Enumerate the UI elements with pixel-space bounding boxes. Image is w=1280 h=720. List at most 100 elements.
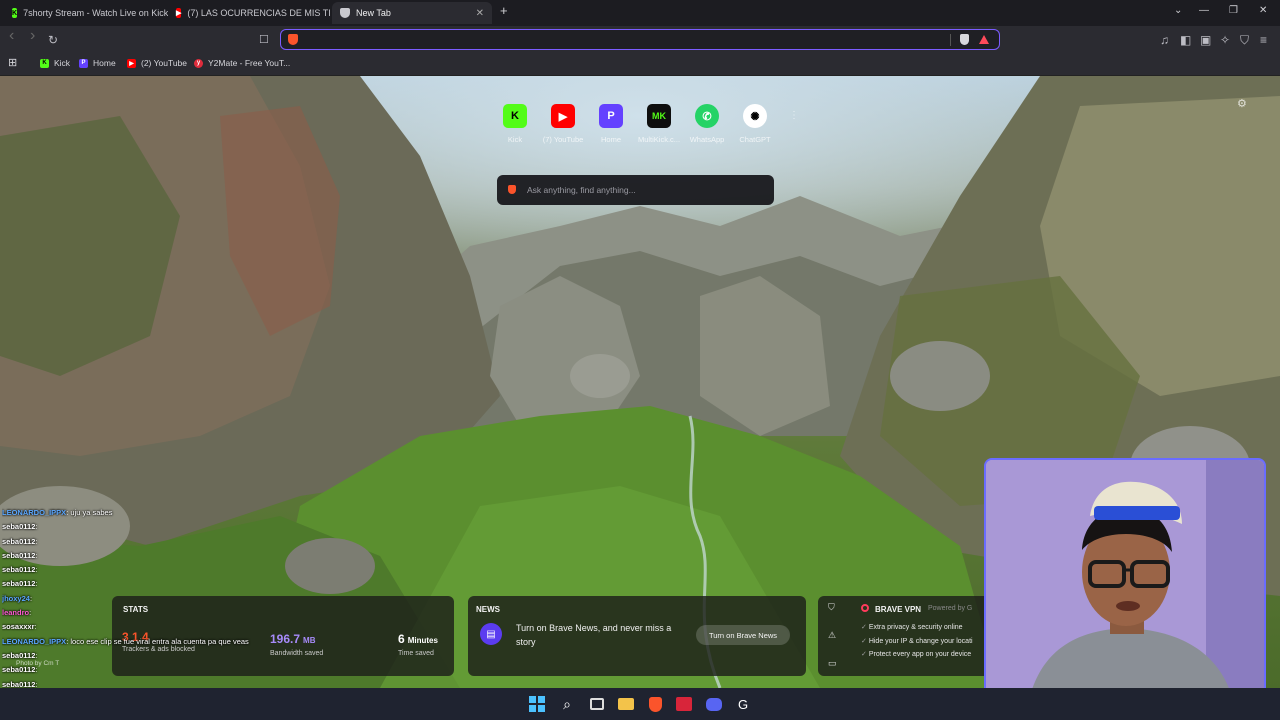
minimize-button[interactable]: —	[1199, 5, 1209, 16]
chat-message: seba0112:	[2, 535, 272, 549]
tab-kick-stream[interactable]: K 7shorty Stream - Watch Live on Kick	[4, 2, 168, 24]
streamer-webcam-image	[986, 460, 1264, 710]
more-options-icon[interactable]: ⋮	[789, 110, 799, 121]
alert-icon[interactable]: ⚠	[828, 630, 836, 641]
bookmark-youtube[interactable]: ▶ (2) YouTube	[127, 58, 187, 68]
top-site-youtube[interactable]: ▶ (7) YouTube	[539, 104, 587, 144]
chat-text: :	[35, 579, 38, 589]
back-button[interactable]: ‹	[9, 28, 14, 44]
chat-message: LEONARDO_IPPX: uju ya sabes	[2, 506, 272, 520]
top-site-chatgpt[interactable]: ✺ ChatGPT	[731, 104, 779, 144]
brave-shields-icon[interactable]	[960, 34, 969, 45]
tab-new-tab[interactable]: New Tab ✕	[332, 2, 492, 24]
vpn-icon[interactable]: ⛉	[1240, 33, 1249, 47]
sidebar-icon[interactable]: ◧	[1180, 33, 1191, 47]
chatgpt-icon: ✺	[743, 104, 767, 128]
tab-search-icon[interactable]: ⌄	[1174, 5, 1182, 16]
discord-icon[interactable]	[705, 695, 723, 713]
chat-username[interactable]: seba0112	[2, 579, 35, 588]
close-tab-icon[interactable]: ✕	[476, 8, 484, 19]
restore-button[interactable]: ❐	[1229, 5, 1238, 16]
chat-username[interactable]: seba0112	[2, 537, 35, 546]
news-widget: NEWS ▤ Turn on Brave News, and never mis…	[468, 596, 806, 676]
chat-username[interactable]: LEONARDO_IPPX	[2, 637, 66, 646]
top-site-kick[interactable]: K Kick	[491, 104, 539, 144]
chat-username[interactable]: sosaxxxr	[2, 622, 35, 631]
apps-grid-icon[interactable]: ⊞	[8, 56, 17, 69]
search-box[interactable]: Ask anything, find anything...	[497, 175, 774, 205]
chat-text: :	[35, 536, 38, 546]
bookmark-kick[interactable]: K Kick	[40, 58, 70, 68]
tab-title: (7) LAS OCURRENCIAS DE MIS TIOS	[187, 8, 330, 18]
file-explorer-icon[interactable]	[617, 695, 635, 713]
vpn-feature-list: ✓ Extra privacy & security online ✓ Hide…	[861, 621, 973, 662]
chat-message: seba0112:	[2, 549, 272, 563]
tab-youtube-video[interactable]: ▶ (7) LAS OCURRENCIAS DE MIS TIOS	[168, 2, 330, 24]
tab-strip: K 7shorty Stream - Watch Live on Kick ▶ …	[0, 0, 1280, 26]
chat-text: :	[29, 608, 32, 618]
vpn-shield-icon[interactable]: ⛉	[828, 602, 835, 613]
news-icon: ▤	[480, 623, 502, 645]
search-icon[interactable]: ⌕	[558, 695, 576, 713]
time-label: Time saved	[398, 650, 434, 657]
youtube-icon: ▶	[127, 58, 136, 68]
turn-on-news-button[interactable]: Turn on Brave News	[696, 625, 790, 645]
chat-text: :	[35, 522, 38, 532]
brave-rewards-icon[interactable]	[979, 35, 989, 44]
media-icon[interactable]: ♫	[1160, 33, 1169, 47]
bandwidth-value: 196.7	[270, 632, 301, 646]
top-site-label: (7) YouTube	[542, 135, 584, 144]
chat-username[interactable]: LEONARDO_IPPX	[2, 508, 66, 517]
news-title: NEWS	[476, 605, 500, 614]
top-site-whatsapp[interactable]: ✆ WhatsApp	[683, 104, 731, 144]
bookmark-y2mate[interactable]: y Y2Mate - Free YouT...	[194, 58, 290, 68]
tab-title: 7shorty Stream - Watch Live on Kick	[23, 8, 168, 18]
chat-username[interactable]: seba0112	[2, 522, 35, 531]
vpn-feature: ✓ Protect every app on your device	[861, 651, 972, 658]
chat-text: : uju ya sabes	[66, 508, 113, 517]
address-bar[interactable]	[280, 29, 1000, 50]
chat-message: jhoxy24:	[2, 592, 272, 606]
obs-app-icon[interactable]	[675, 695, 693, 713]
windows-start-icon[interactable]	[528, 695, 546, 713]
stat-bandwidth: 196.7 MB Bandwidth saved	[270, 630, 323, 657]
leo-ai-icon[interactable]: ✧	[1220, 33, 1230, 47]
chat-message: sosaxxxr:	[2, 620, 272, 634]
toolbar: ‹ › ↻ ☐ ♫ ◧ ▣ ✧ ⛉ ≡	[0, 26, 1280, 54]
chat-username[interactable]: seba0112	[2, 551, 35, 560]
youtube-icon: ▶	[176, 8, 182, 18]
chat-message: seba0112:	[2, 520, 272, 534]
forward-button[interactable]: ›	[30, 28, 35, 44]
reload-button[interactable]: ↻	[48, 33, 58, 47]
chat-message: leandro:	[2, 606, 272, 620]
vpn-logo-icon	[861, 604, 869, 612]
wallet-icon[interactable]: ▣	[1200, 33, 1211, 47]
task-view-icon[interactable]	[588, 695, 606, 713]
chat-text: :	[34, 622, 37, 632]
bookmark-label: (2) YouTube	[141, 58, 187, 68]
settings-gear-icon[interactable]: ⚙	[1237, 97, 1247, 110]
bookmarks-bar: ⊞ K Kick P Home ▶ (2) YouTube y Y2Mate -…	[0, 54, 1280, 76]
bookmark-home[interactable]: P Home	[79, 58, 116, 68]
vpn-powered: Powered by G	[928, 605, 973, 612]
chat-text: :	[35, 650, 38, 660]
bookmark-label: Kick	[54, 58, 71, 68]
chat-username[interactable]: jhoxy24	[2, 594, 30, 603]
app-icon[interactable]: G	[734, 695, 752, 713]
menu-icon[interactable]: ≡	[1260, 33, 1267, 47]
chat-username[interactable]: seba0112	[2, 565, 35, 574]
bookmark-label: Home	[93, 58, 116, 68]
card-icon[interactable]: ▭	[828, 658, 837, 669]
close-window-button[interactable]: ✕	[1259, 5, 1267, 16]
bookmark-button[interactable]: ☐	[259, 33, 269, 47]
new-tab-button[interactable]: +	[500, 3, 508, 18]
news-text: Turn on Brave News, and never miss a sto…	[516, 623, 672, 647]
top-site-label: WhatsApp	[689, 135, 725, 144]
top-site-multikick[interactable]: MK MultiKick.c...	[635, 104, 683, 144]
stat-time: 6 Minutes Time saved	[398, 630, 438, 657]
chat-username[interactable]: seba0112	[2, 651, 35, 660]
chat-username[interactable]: leandro	[2, 608, 29, 617]
top-site-home[interactable]: P Home	[587, 104, 635, 144]
kick-icon: K	[12, 8, 18, 18]
brave-browser-icon[interactable]	[646, 695, 664, 713]
